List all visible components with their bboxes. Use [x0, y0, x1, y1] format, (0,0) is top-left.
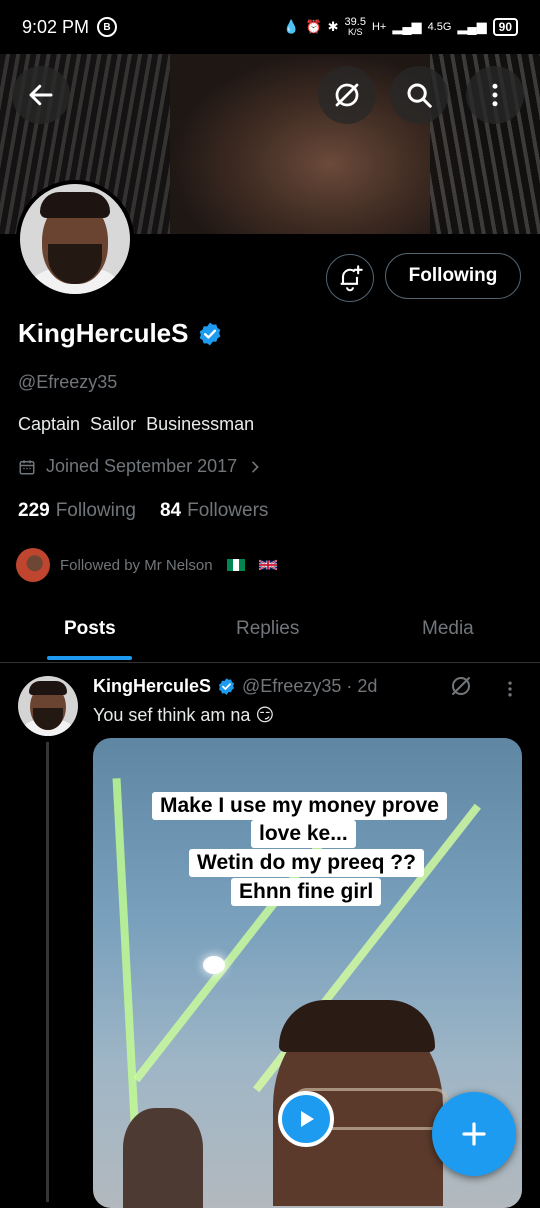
signal-icon-2: ▂▄▆	[457, 19, 487, 34]
joined-date: Joined September 2017	[46, 456, 238, 476]
grok-icon	[335, 83, 359, 107]
search-icon	[407, 83, 432, 108]
network-type-1: H+	[371, 21, 387, 33]
bell-plus-icon	[340, 265, 363, 292]
following-count-link[interactable]: 229 Following	[18, 500, 136, 522]
profile-bio: Captain Sailor Businessman	[18, 414, 255, 434]
tab-media[interactable]: Media	[422, 618, 474, 640]
more-options-button[interactable]	[466, 66, 524, 124]
net-unit: K/S	[348, 27, 363, 37]
followed-by-text: Followed by Mr Nelson	[60, 556, 213, 574]
video-caption-line: Ehnn fine girl	[231, 878, 382, 906]
follow-counts: 229 Following 84 Followers	[18, 500, 268, 522]
post-more-icon[interactable]	[500, 678, 520, 700]
followed-by-row[interactable]: Followed by Mr Nelson	[16, 548, 277, 582]
video-caption-line: love ke...	[251, 820, 356, 848]
post-meta: @Efreezy35 · 2d	[242, 676, 378, 696]
tab-posts[interactable]: Posts	[64, 618, 116, 640]
status-bar: 9:02 PM B 💧 ⏰ ✱ 39.5 K/S H+ ▂▄▆ 4.5G ▂▄▆…	[0, 0, 540, 54]
bluetooth-icon: ✱	[327, 19, 339, 34]
post-header: KingHerculeS @Efreezy35 · 2d	[93, 676, 377, 697]
profile-name-row: KingHerculeS	[18, 318, 223, 349]
data-saver-icon: 💧	[283, 19, 300, 34]
play-icon	[301, 1111, 314, 1127]
clock: 9:02 PM	[22, 16, 90, 37]
uk-flag-icon	[258, 559, 277, 571]
chevron-right-icon	[252, 461, 259, 472]
followers-count: 84	[159, 500, 182, 521]
post-author-name[interactable]: KingHerculeS	[93, 676, 211, 697]
network-type-2: 4.5G	[427, 21, 452, 33]
verified-badge-icon[interactable]	[197, 321, 223, 347]
back-button[interactable]	[12, 66, 70, 124]
back-arrow-icon	[29, 84, 53, 106]
verified-badge-icon	[219, 678, 235, 695]
followers-count-link[interactable]: 84 Followers	[160, 500, 268, 522]
follower-avatar	[16, 548, 50, 582]
video-caption-line: Make I use my money prove	[152, 792, 447, 820]
profile-tabs: Posts Replies Media	[0, 604, 540, 663]
more-vertical-icon	[492, 83, 498, 107]
video-caption-line: Wetin do my preeq ??	[189, 849, 424, 877]
notifications-button[interactable]	[326, 254, 374, 302]
battery-indicator: 90	[492, 18, 518, 36]
active-tab-indicator	[47, 656, 132, 660]
compose-button[interactable]	[432, 1092, 516, 1176]
nigeria-flag-icon	[226, 559, 245, 571]
thread-line	[46, 742, 49, 1202]
profile-handle: @Efreezy35	[18, 372, 118, 392]
play-button[interactable]	[278, 1091, 334, 1147]
plus-icon	[462, 1122, 486, 1146]
calendar-icon	[19, 459, 35, 474]
status-icons: 💧 ⏰ ✱ 39.5 K/S H+ ▂▄▆ 4.5G ▂▄▆ 90	[283, 17, 518, 37]
alarm-icon: ⏰	[305, 19, 322, 34]
profile-avatar[interactable]	[16, 180, 134, 298]
post-text: You sef think am na 😏	[93, 705, 275, 725]
profile-name: KingHerculeS	[18, 318, 189, 348]
tab-replies[interactable]: Replies	[236, 618, 299, 640]
signal-icon-1: ▂▄▆	[392, 19, 422, 34]
following-button[interactable]: Following	[385, 253, 521, 299]
grok-button[interactable]	[318, 66, 376, 124]
joined-date-row[interactable]: Joined September 2017	[18, 456, 263, 477]
following-count: 229	[18, 500, 50, 521]
coin-icon: B	[97, 17, 118, 37]
followers-label: Followers	[187, 500, 269, 521]
following-label: Following	[55, 500, 136, 521]
grok-icon[interactable]	[449, 674, 473, 698]
search-button[interactable]	[390, 66, 448, 124]
post-author-avatar[interactable]	[18, 676, 78, 736]
